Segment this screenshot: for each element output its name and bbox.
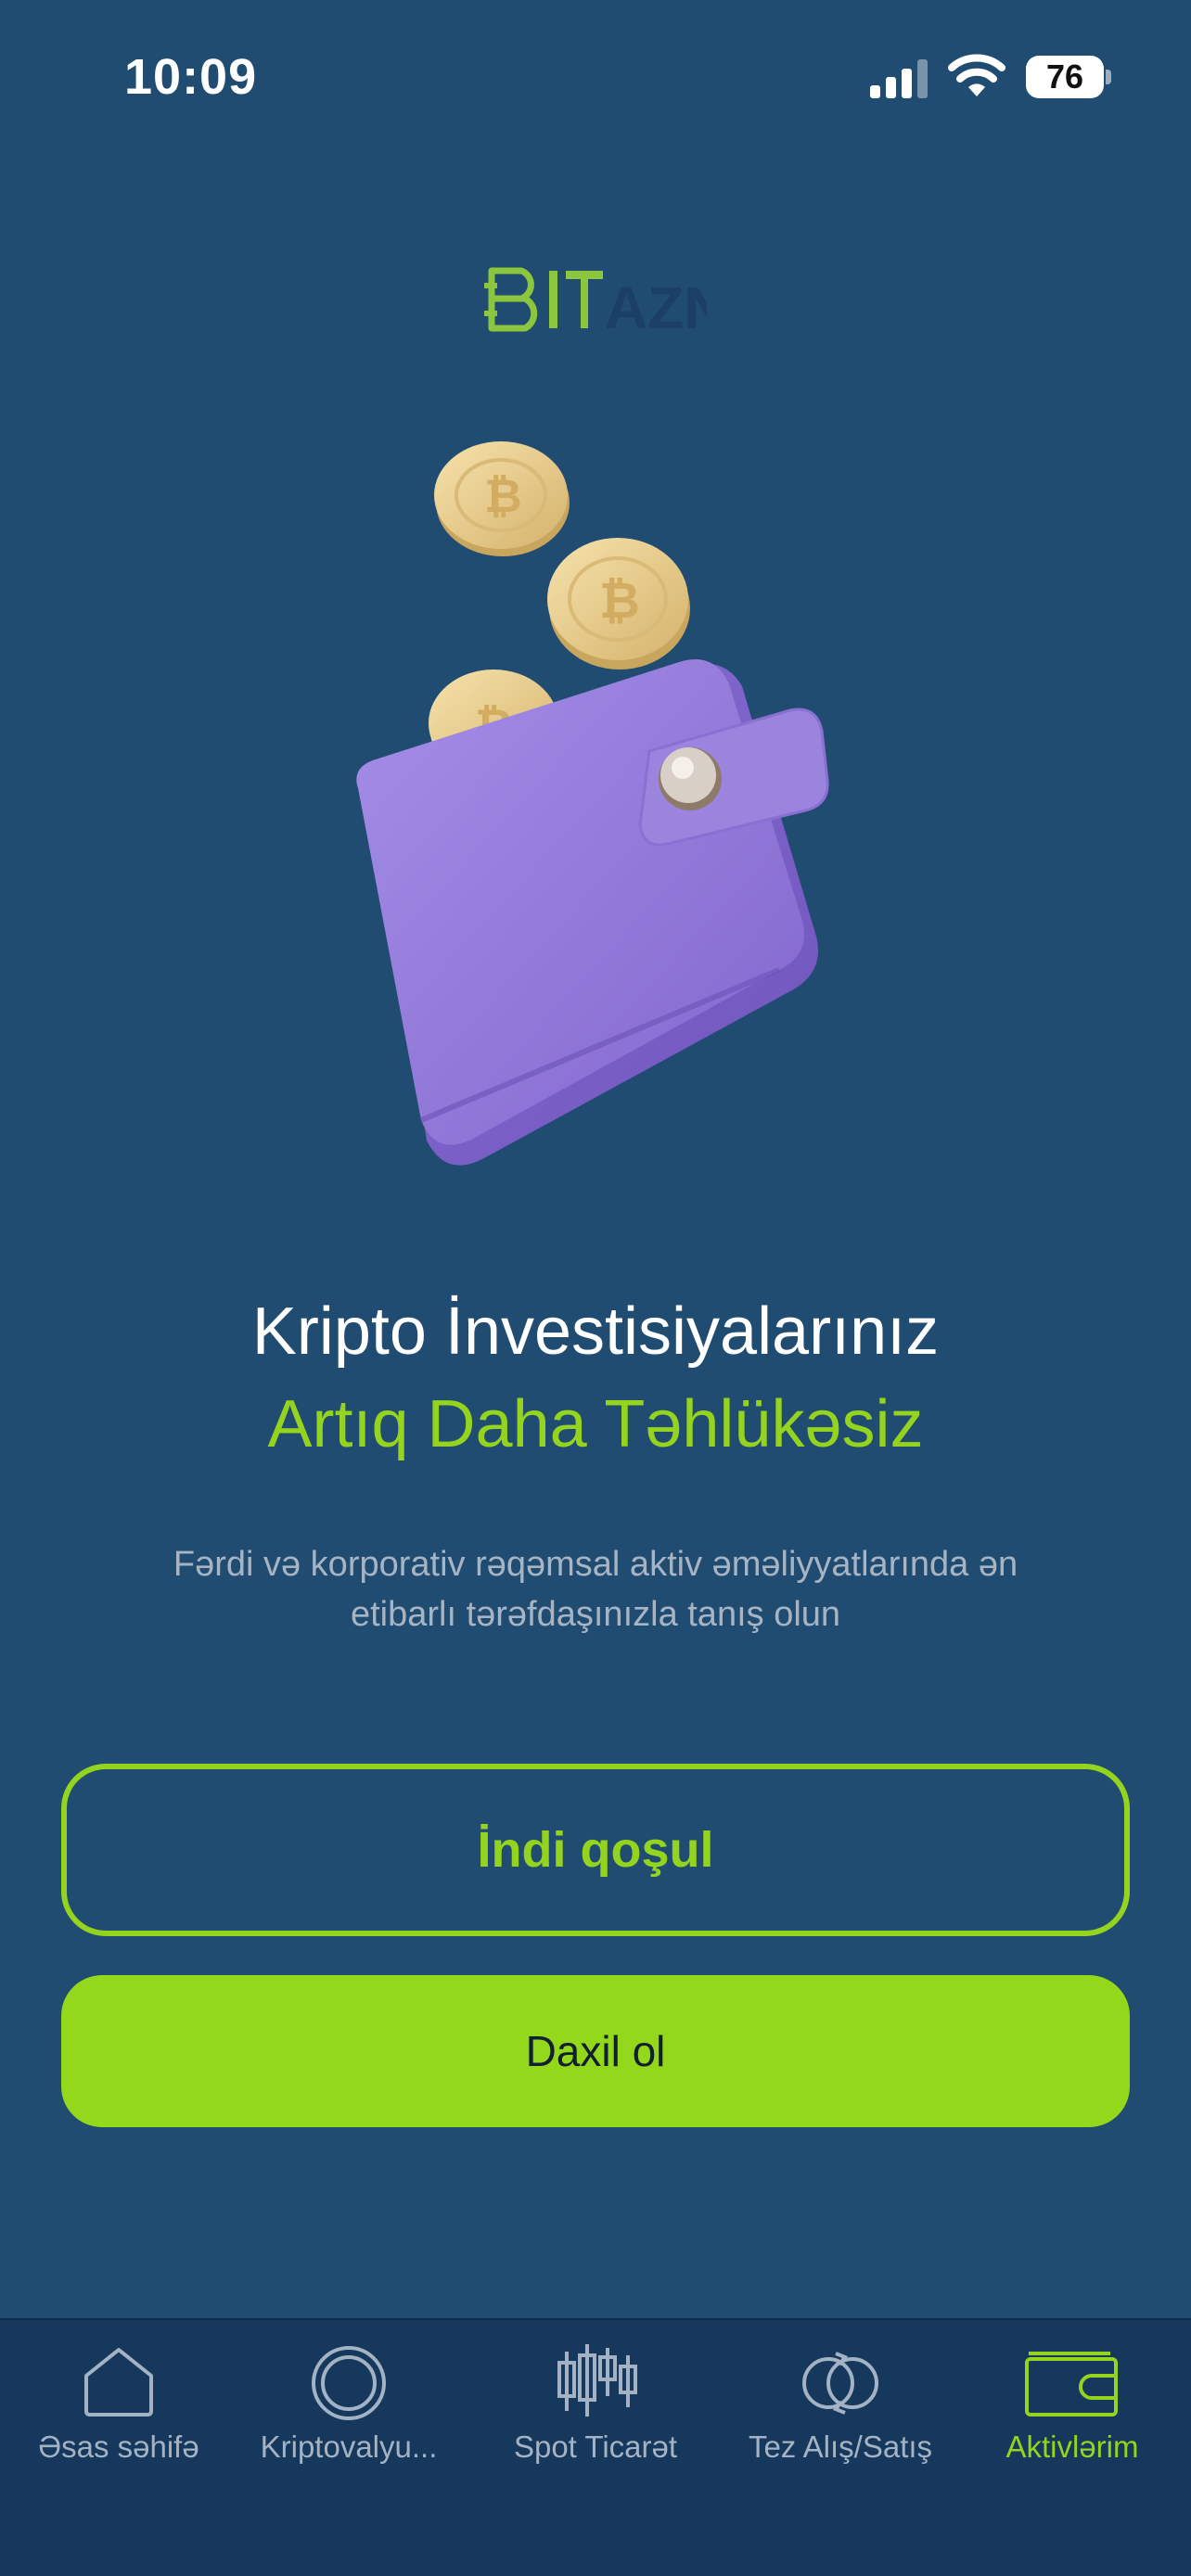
status-bar: 10:09 76 — [0, 0, 1191, 158]
coin-icon — [312, 2346, 386, 2420]
cellular-signal-icon — [870, 59, 928, 98]
svg-text:₿: ₿ — [484, 470, 522, 522]
login-button[interactable]: Daxil ol — [61, 1975, 1130, 2127]
tab-my-assets[interactable]: Aktivlərim — [954, 2320, 1191, 2487]
coin-icon: ₿ — [547, 538, 690, 670]
tab-home[interactable]: Əsas səhifə — [0, 2320, 237, 2487]
join-now-button[interactable]: İndi qoşul — [61, 1764, 1130, 1936]
hero-title-accent: Artıq Daha Təhlükəsiz — [267, 1387, 924, 1461]
candlestick-icon — [557, 2344, 637, 2417]
hero-subtitle-line: Fərdi və korporativ rəqəmsal aktiv əməli… — [173, 1545, 1018, 1584]
hero-subtitle: Fərdi və korporativ rəqəmsal aktiv əməli… — [111, 1539, 1080, 1639]
tab-label: Əsas səhifə — [38, 2429, 199, 2464]
tab-label: Spot Ticarət — [513, 2429, 678, 2464]
tab-label: Aktivlərim — [1005, 2429, 1139, 2464]
hero-title: Kripto İnvestisiyalarınız — [251, 1294, 940, 1369]
bitazn-logo: AZN — [484, 267, 707, 336]
wallet-coins-illustration: ₿ ₿ ₿ — [356, 441, 829, 1166]
wallet-icon — [1025, 2352, 1118, 2417]
battery-icon: 76 — [1026, 56, 1111, 98]
tab-label: Tez Alış/Satış — [748, 2429, 933, 2464]
tab-cryptocurrencies[interactable]: Kriptovalyu... — [230, 2320, 467, 2487]
bottom-tab-bar: Əsas səhifə Kriptovalyu... Spot Ticarət — [0, 2318, 1191, 2576]
tab-label: Kriptovalyu... — [260, 2429, 438, 2464]
battery-level: 76 — [1026, 56, 1104, 98]
logo-azn-text: AZN — [605, 274, 707, 336]
wifi-icon — [948, 54, 1005, 96]
tab-quick-buy-sell[interactable]: Tez Alış/Satış — [722, 2320, 959, 2487]
tab-spot-trading[interactable]: Spot Ticarət — [477, 2320, 714, 2487]
status-time: 10:09 — [124, 49, 258, 105]
svg-text:₿: ₿ — [599, 573, 640, 629]
exchange-icon — [802, 2352, 878, 2415]
hero-subtitle-line: etibarlı tərəfdaşınızla tanış olun — [350, 1595, 841, 1634]
home-icon — [84, 2348, 153, 2417]
coin-icon: ₿ — [434, 441, 570, 556]
